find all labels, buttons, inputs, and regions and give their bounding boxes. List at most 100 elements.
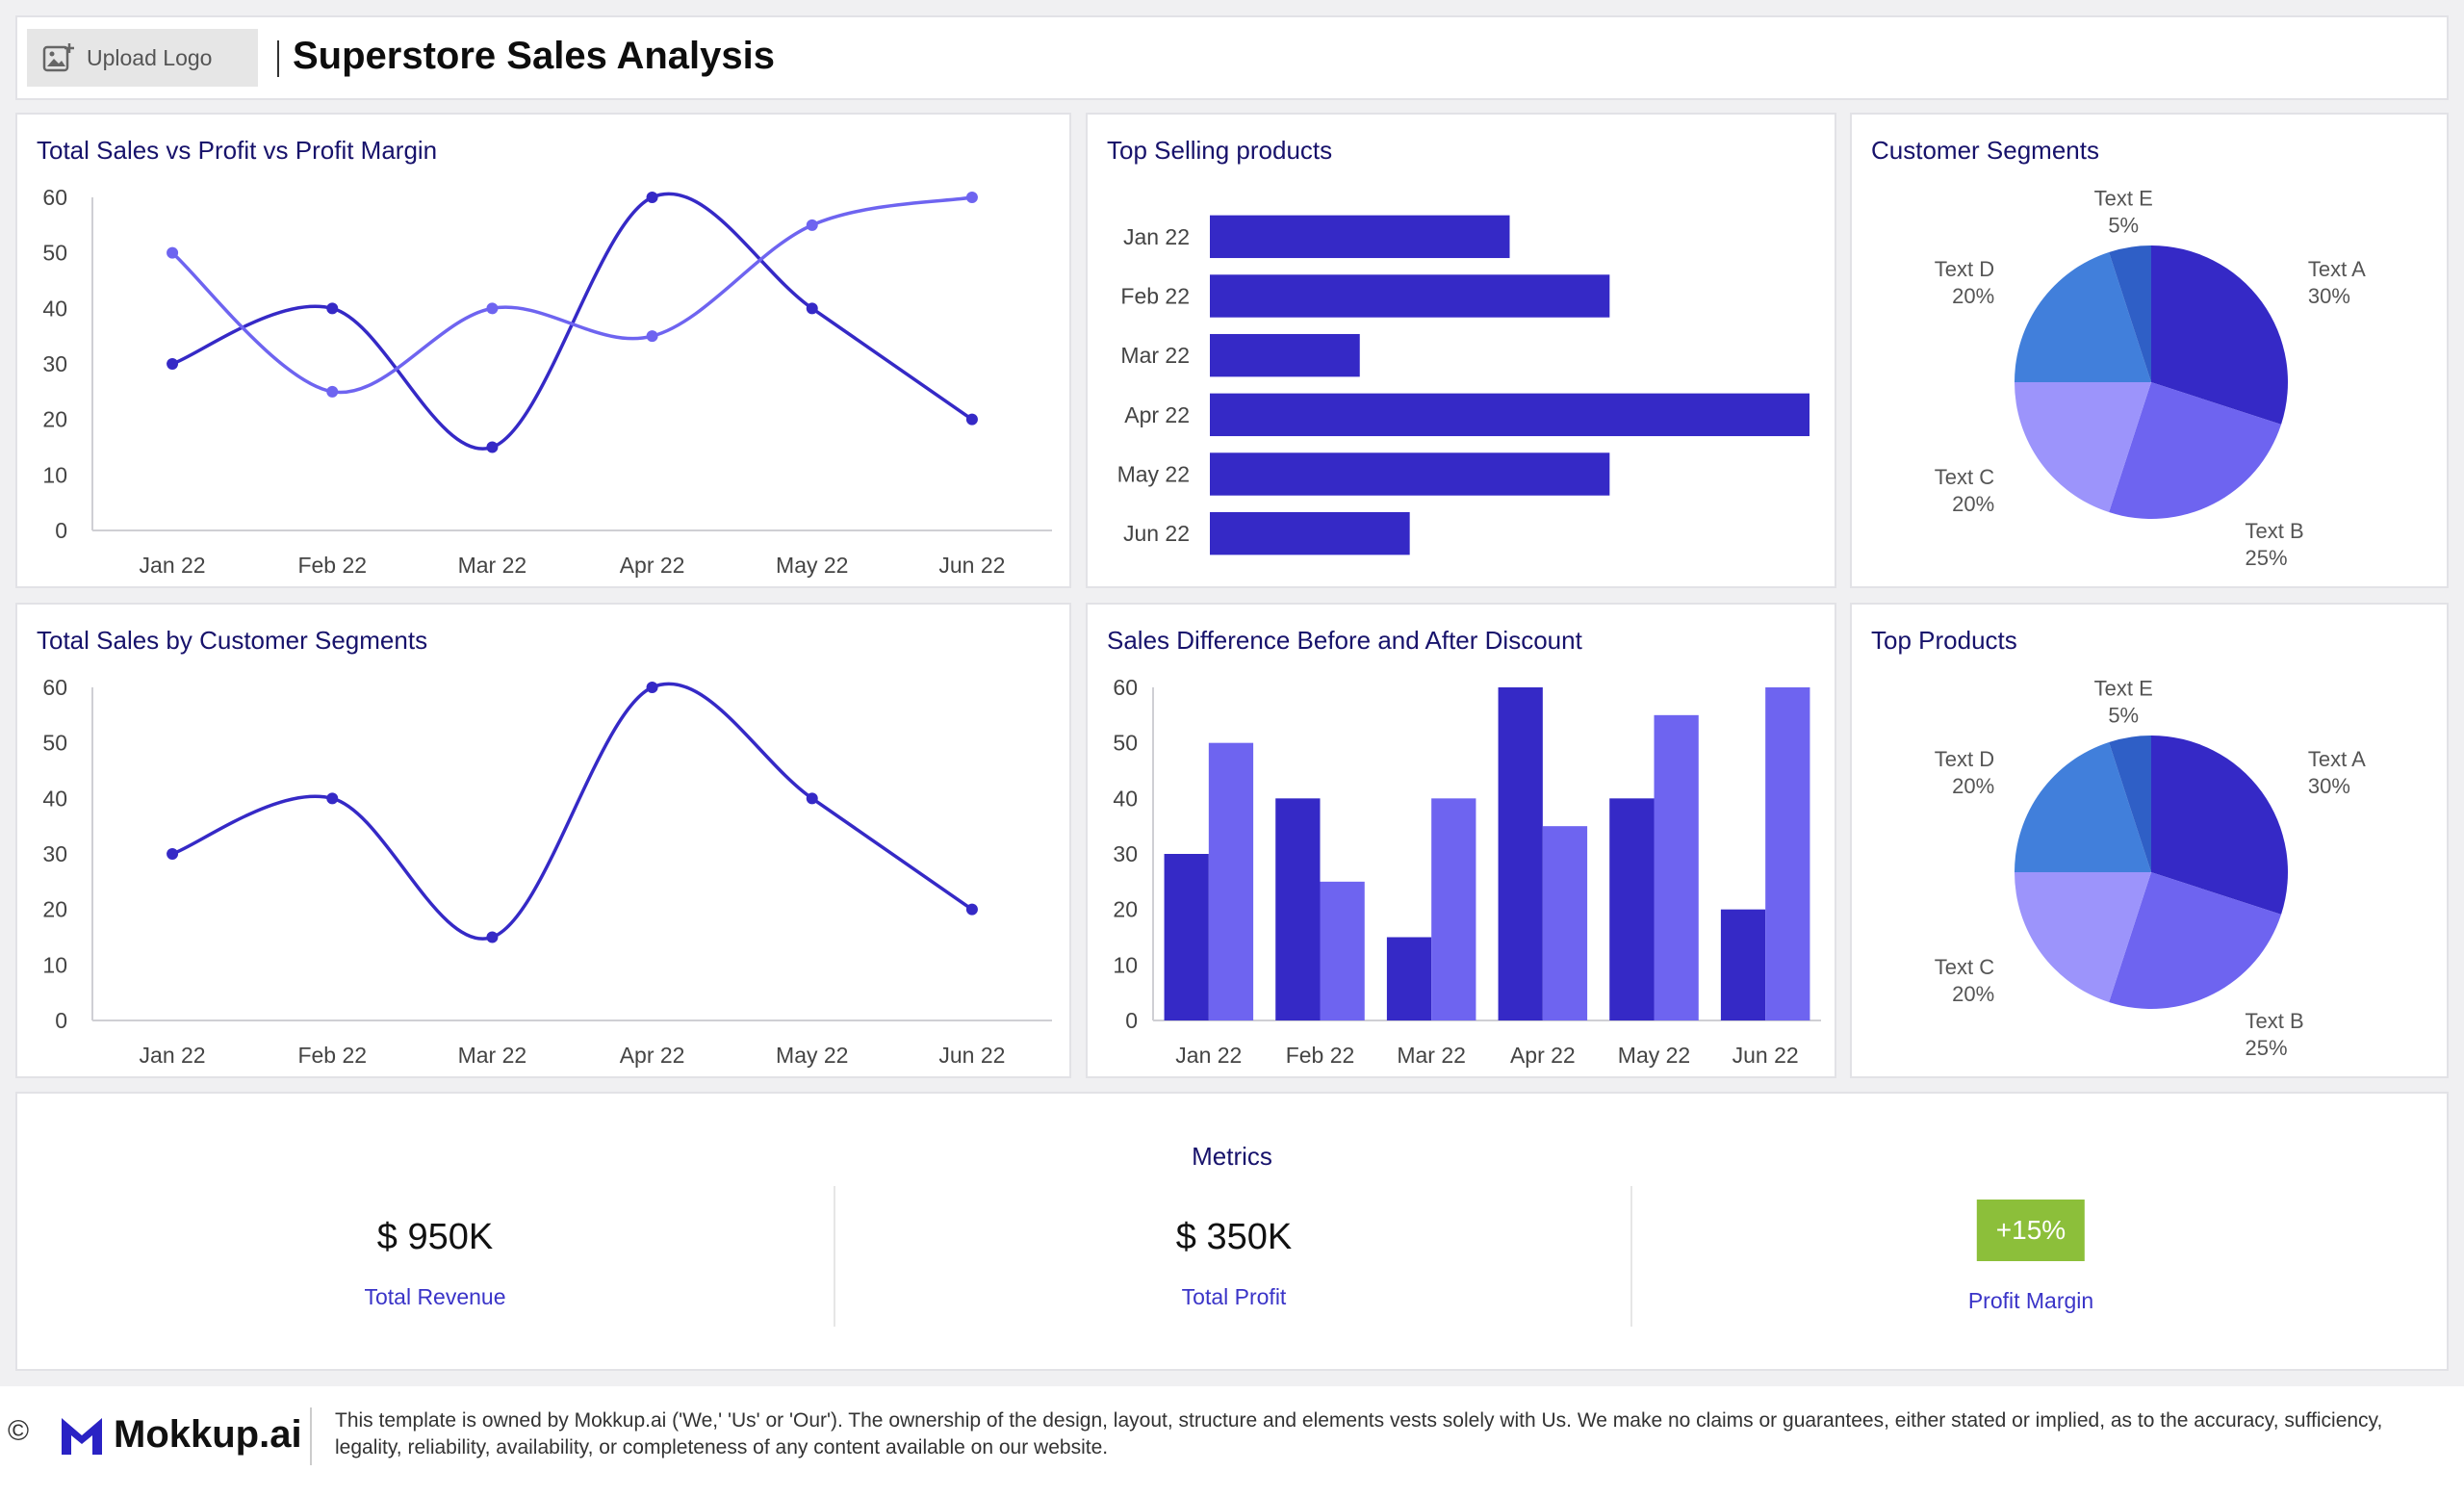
- y-tick-label: 10: [42, 462, 67, 487]
- metric-value-profit: $ 350K: [1175, 1217, 1293, 1257]
- bar: [1210, 452, 1610, 496]
- chart-discount: 0 10 20 30 40 50 60 Jan 22 Feb 22 Mar 22 Apr 22 May…: [1113, 675, 1821, 1068]
- footer: © Mokkup.ai This template is owned by Mo…: [0, 1386, 2464, 1497]
- bar-series-1: [1720, 909, 1766, 1020]
- pie-percent-label: 30%: [2308, 284, 2350, 308]
- y-tick-label: Apr 22: [1124, 402, 1190, 427]
- bar-series-2: [1654, 714, 1699, 1020]
- image-add-icon: [42, 43, 74, 72]
- page-title: Superstore Sales Analysis: [293, 35, 775, 77]
- header-bar: Upload Logo Superstore Sales Analysis: [15, 15, 2449, 100]
- metric-label-profit[interactable]: Total Profit: [835, 1284, 1632, 1310]
- x-tick-label: May 22: [1618, 1043, 1690, 1068]
- bar: [1210, 393, 1810, 437]
- y-tick-label: 20: [42, 407, 67, 432]
- upload-logo-label: Upload Logo: [87, 44, 213, 70]
- y-tick-label: 50: [42, 241, 67, 266]
- y-tick-label: 10: [42, 952, 67, 977]
- pie-label: Text E: [2094, 186, 2153, 210]
- bar-series-2: [1431, 798, 1476, 1020]
- data-point: [646, 192, 658, 203]
- pie-label: Text A: [2308, 747, 2366, 771]
- card-customer-segments: Customer Segments Text A 30% Text B 25% Text…: [1850, 113, 2449, 588]
- chart-sales-profit: 0 10 20 30 40 50 60 Jan 22 Feb 22 Mar 22 Apr 22 May…: [42, 185, 1052, 578]
- bar-series-2: [1542, 826, 1588, 1020]
- series-line-2: [170, 195, 973, 395]
- y-tick-label: Feb 22: [1120, 284, 1190, 309]
- data-point: [486, 302, 499, 315]
- brand-name: Mokkup.ai: [114, 1413, 302, 1456]
- bar-series-1: [1275, 798, 1321, 1020]
- bar-series-2: [1765, 687, 1810, 1020]
- x-tick-label: Mar 22: [458, 1043, 527, 1068]
- bar-series-1: [1498, 687, 1543, 1020]
- metric-label-margin[interactable]: Profit Margin: [1632, 1288, 2429, 1314]
- y-tick-label: 40: [42, 296, 67, 321]
- bar-series-1: [1609, 798, 1655, 1020]
- y-tick-label: 30: [1113, 841, 1138, 866]
- card-discount: Sales Difference Before and After Discou…: [1086, 603, 1836, 1078]
- y-tick-label: 60: [42, 185, 67, 210]
- data-point: [326, 302, 339, 315]
- data-point: [167, 848, 179, 860]
- chart-top-products: Text A 30% Text B 25% Text C 20% Text D 20% Text…: [1935, 676, 2366, 1060]
- data-point: [486, 931, 499, 943]
- data-point: [965, 413, 978, 426]
- y-tick-label: 0: [55, 518, 67, 543]
- metric-label-revenue[interactable]: Total Revenue: [37, 1284, 834, 1310]
- dashboard: Upload Logo Superstore Sales Analysis To…: [0, 0, 2464, 1386]
- data-point: [167, 358, 179, 370]
- x-tick-label: Jan 22: [1175, 1043, 1242, 1068]
- y-tick-label: 50: [1113, 731, 1138, 756]
- pie-label: Text C: [1935, 465, 1994, 489]
- series-line-1: [171, 192, 973, 451]
- y-tick-label: 30: [42, 351, 67, 376]
- card-top-products: Top Products Text A 30% Text B 25% Text C 20%…: [1850, 603, 2449, 1078]
- x-tick-label: Jun 22: [1732, 1043, 1799, 1068]
- disclaimer-text: This template is owned by Mokkup.ai ('We…: [335, 1409, 2383, 1458]
- bar-series-2: [1208, 742, 1254, 1020]
- mokkup-logo-icon: [62, 1417, 102, 1455]
- x-tick-label: Feb 22: [297, 1043, 367, 1068]
- pie-percent-label: 5%: [2108, 213, 2139, 237]
- pie-label: Text E: [2094, 676, 2153, 700]
- copyright-symbol: ©: [8, 1415, 30, 1447]
- x-tick-label: May 22: [776, 1043, 848, 1068]
- profit-margin-badge: +15%: [1976, 1200, 2086, 1261]
- y-tick-label: 60: [42, 675, 67, 700]
- brand-logo[interactable]: Mokkup.ai: [60, 1413, 302, 1457]
- chart-customer-segments: Text A 30% Text B 25% Text C 20% Text D 20% Text…: [1935, 186, 2366, 570]
- pie-percent-label: 25%: [2246, 1036, 2288, 1060]
- pie-label: Text B: [2246, 519, 2304, 543]
- y-tick-label: 40: [1113, 786, 1138, 811]
- x-tick-label: Apr 22: [1510, 1043, 1576, 1068]
- pie-percent-label: 25%: [2246, 546, 2288, 570]
- bar-series-2: [1320, 881, 1365, 1020]
- data-point: [486, 441, 499, 453]
- data-point: [806, 792, 818, 805]
- y-tick-label: 20: [1113, 897, 1138, 922]
- card-sales-profit: Total Sales vs Profit vs Profit Margin 0…: [15, 113, 1071, 588]
- bar-series-1: [1386, 937, 1432, 1020]
- chart-top-selling: Jan 22 Feb 22 Mar 22 Apr 22 May 22 Jun 22: [1117, 215, 1810, 555]
- y-tick-label: 30: [42, 841, 67, 866]
- data-point: [646, 682, 658, 693]
- card-top-selling: Top Selling products Jan 22 Feb 22 Mar 22 A…: [1086, 113, 1836, 588]
- metric-profit-margin: +15% Profit Margin: [1632, 1171, 2429, 1373]
- x-tick-label: Jun 22: [938, 553, 1005, 578]
- data-point: [806, 219, 818, 231]
- data-point: [326, 792, 339, 805]
- upload-logo-button[interactable]: Upload Logo: [27, 29, 258, 87]
- pie-percent-label: 5%: [2108, 703, 2139, 727]
- x-tick-label: Apr 22: [620, 553, 685, 578]
- pie-label: Text C: [1935, 955, 1994, 979]
- y-tick-label: 40: [42, 786, 67, 811]
- metric-total-revenue: $ 950K Total Revenue: [37, 1171, 834, 1373]
- metrics-title: Metrics: [1192, 1142, 1272, 1171]
- y-tick-label: 50: [42, 731, 67, 756]
- pie-label: Text D: [1935, 257, 1994, 281]
- pie-label: Text D: [1935, 747, 1994, 771]
- data-point: [806, 302, 818, 315]
- x-tick-label: Feb 22: [297, 553, 367, 578]
- y-tick-label: 0: [1125, 1008, 1138, 1033]
